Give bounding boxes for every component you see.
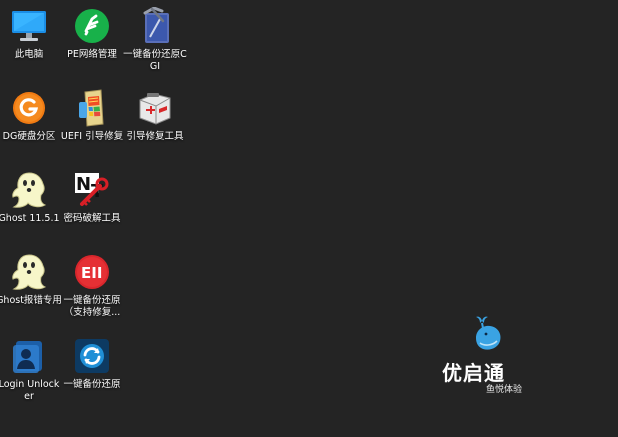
icon-label: 引导修复工具: [126, 131, 184, 142]
login-unlocker-icon: [9, 336, 49, 376]
desktop-icon-ghost[interactable]: Ghost 11.5.1: [0, 170, 60, 225]
ghost-error-icon: [9, 252, 49, 292]
desktop-icon-cgi-backup[interactable]: 一键备份还原CGI: [123, 6, 187, 73]
brand-logo: 优启通 鱼悦体验: [440, 308, 532, 398]
desktop-icon-ghost-error[interactable]: Ghost报错专用: [0, 252, 62, 307]
ghost-icon: [9, 170, 49, 210]
icon-label: DG硬盘分区: [2, 131, 56, 142]
desktop-icon-login-unlocker[interactable]: Login Unlocker: [0, 336, 60, 403]
brand-tagline: 鱼悦体验: [486, 385, 523, 395]
first-aid-kit-icon: [135, 88, 175, 128]
cgi-backup-icon: [135, 6, 175, 46]
desktop-icon-boot-repair-tool[interactable]: 引导修复工具: [124, 88, 186, 143]
eii-backup-icon: EII: [72, 252, 112, 292]
desktop-icon-password-cracker[interactable]: N T 密码破解工具: [61, 170, 123, 225]
icon-label: Login Unlocker: [0, 379, 60, 402]
icon-label: 一键备份还原: [63, 379, 121, 390]
icon-label: UEFI 引导修复: [60, 131, 124, 142]
icon-label: 一键备份还原（支持修复...: [63, 295, 121, 318]
desktop-icon-dg-partition[interactable]: DG硬盘分区: [0, 88, 60, 143]
desktop-icon-uefi-repair[interactable]: UEFI 引导修复: [61, 88, 123, 143]
desktop-icon-eii-backup[interactable]: EII 一键备份还原（支持修复...: [61, 252, 123, 319]
icon-label: Ghost 11.5.1: [0, 213, 60, 224]
desktop-icon-pe-network[interactable]: PE网络管理: [61, 6, 123, 61]
desktop-icon-sync-backup[interactable]: 一键备份还原: [61, 336, 123, 391]
desktop-icon-this-pc[interactable]: 此电脑: [0, 6, 60, 61]
svg-text:EII: EII: [81, 264, 102, 282]
network-manager-icon: [72, 6, 112, 46]
icon-label: Ghost报错专用: [0, 295, 62, 306]
monitor-icon: [9, 6, 49, 46]
diskgenius-icon: [9, 88, 49, 128]
nt-password-icon: N T: [72, 170, 112, 210]
svg-text:N: N: [76, 174, 91, 195]
sync-backup-icon: [72, 336, 112, 376]
whale-icon: [476, 316, 501, 350]
icon-label: 密码破解工具: [63, 213, 121, 224]
icon-label: 此电脑: [14, 49, 44, 60]
icon-label: 一键备份还原CGI: [123, 49, 187, 72]
uefi-repair-icon: [72, 88, 112, 128]
icon-label: PE网络管理: [67, 49, 117, 60]
